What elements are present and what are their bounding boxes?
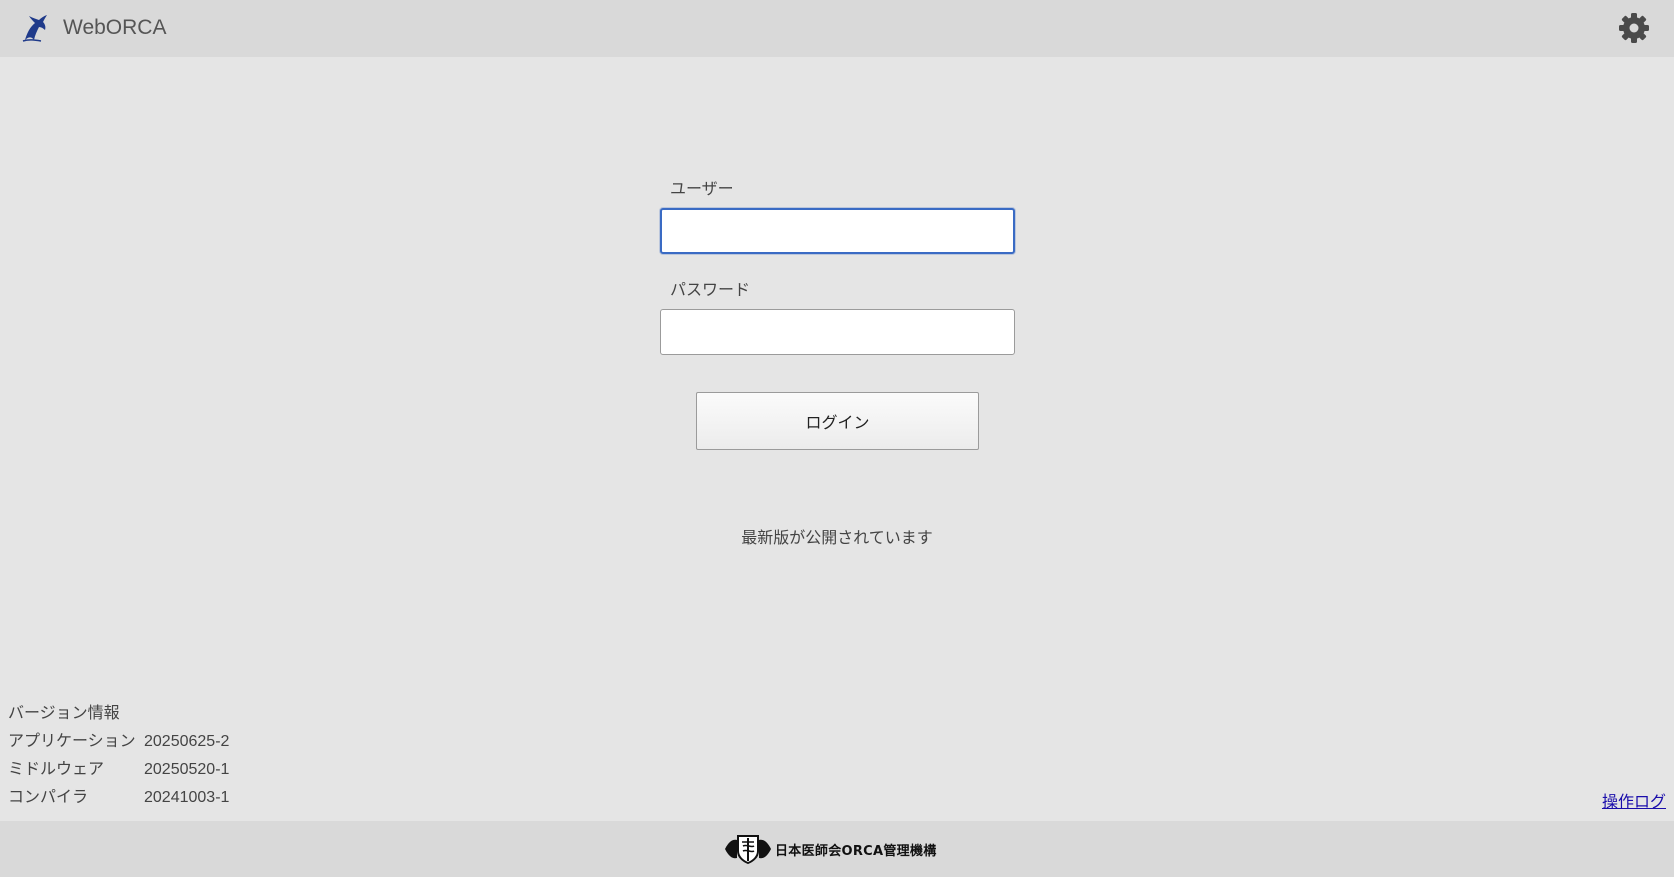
orca-whale-logo-icon xyxy=(22,15,47,42)
version-value: 20250625-2 xyxy=(144,733,230,750)
medical-association-emblem-icon xyxy=(725,835,771,865)
version-row-application: アプリケーション 20250625-2 xyxy=(8,731,229,759)
version-value: 20250520-1 xyxy=(144,761,230,778)
version-value: 20241003-1 xyxy=(144,789,230,806)
version-info: バージョン情報 アプリケーション 20250625-2 ミドルウェア 2025052… xyxy=(8,703,229,815)
user-input[interactable] xyxy=(660,208,1015,254)
version-row-middleware: ミドルウェア 20250520-1 xyxy=(8,759,229,787)
footer-logo: 日本医師会ORCA管理機構 xyxy=(723,833,937,865)
user-label: ユーザー xyxy=(670,179,734,198)
version-info-title: バージョン情報 xyxy=(8,703,120,722)
login-button[interactable]: ログイン xyxy=(696,392,979,450)
password-input[interactable] xyxy=(660,309,1015,355)
app-title: WebORCA xyxy=(63,16,167,39)
version-name: ミドルウェア xyxy=(8,759,105,778)
version-name: コンパイラ xyxy=(8,787,89,806)
update-notice: 最新版が公開されています xyxy=(741,528,933,547)
password-label: パスワード xyxy=(670,280,751,299)
operation-log-link[interactable]: 操作ログ xyxy=(1602,792,1666,812)
gear-icon[interactable] xyxy=(1618,12,1650,44)
app-footer: 日本医師会ORCA管理機構 xyxy=(0,821,1674,877)
footer-org-text: 日本医師会ORCA管理機構 xyxy=(775,843,937,859)
version-name: アプリケーション xyxy=(8,731,136,750)
version-row-compiler: コンパイラ 20241003-1 xyxy=(8,787,229,815)
app-header: WebORCA xyxy=(0,0,1674,57)
